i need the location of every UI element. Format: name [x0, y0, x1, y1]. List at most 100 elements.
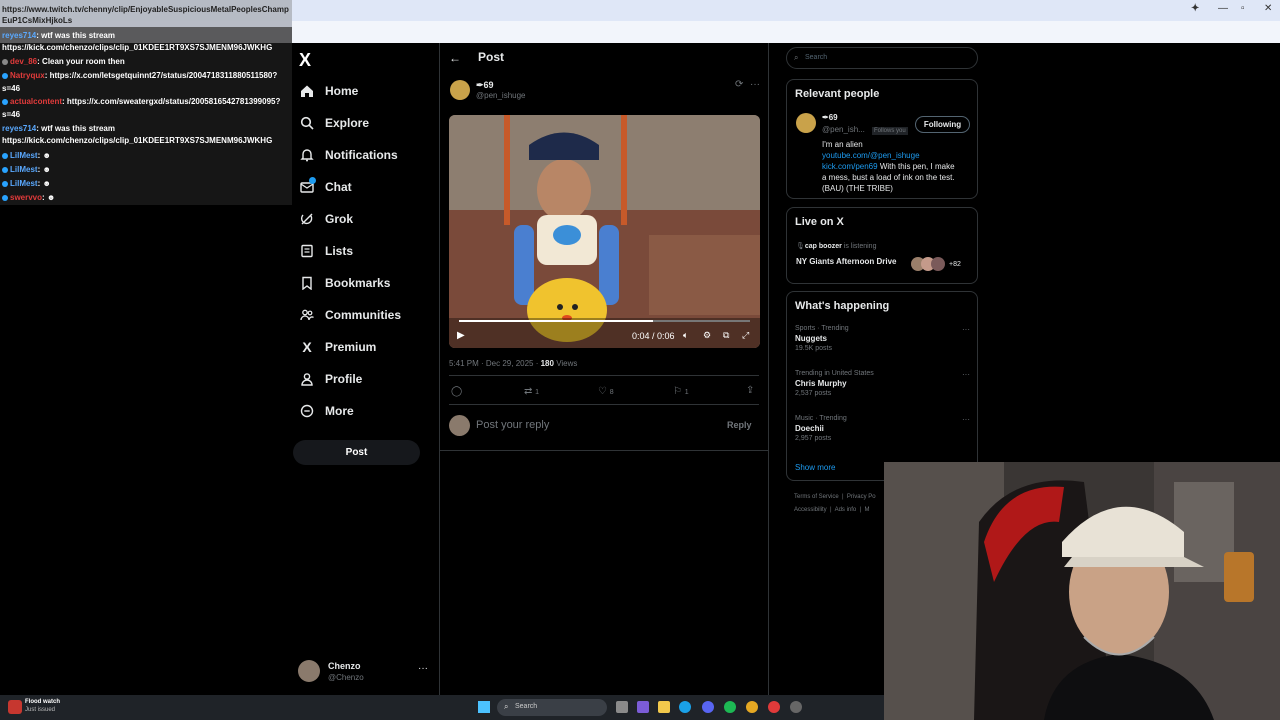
- author-name[interactable]: ✒69: [476, 80, 494, 91]
- footer-links[interactable]: Terms of Service | Privacy Po: [794, 494, 876, 500]
- show-more-link[interactable]: Show more: [795, 463, 835, 472]
- reply-input[interactable]: Post your reply: [476, 419, 549, 431]
- back-arrow-icon[interactable]: ←: [449, 51, 461, 65]
- like-action[interactable]: ♡ 8: [598, 386, 614, 397]
- chat-username[interactable]: reyes714: [2, 124, 36, 133]
- bookmark-action[interactable]: ⚐ 1: [673, 386, 689, 397]
- trend-count: 2,537 posts: [795, 390, 832, 397]
- nav-label: Notifications: [325, 148, 398, 162]
- author-avatar[interactable]: [450, 80, 470, 100]
- nav-item-premium[interactable]: X Premium: [298, 335, 376, 359]
- avatar[interactable]: [796, 113, 816, 133]
- nav-label: Grok: [325, 212, 354, 226]
- badge-icon: [2, 194, 8, 201]
- new-tab-icon[interactable]: ✦: [1191, 3, 1199, 14]
- share-icon[interactable]: ⇪: [746, 385, 754, 396]
- fullscreen-icon[interactable]: ⤢: [742, 330, 749, 341]
- person-name[interactable]: ✒69: [822, 113, 838, 122]
- chat-username[interactable]: reyes714: [2, 31, 36, 40]
- page-title: Post: [478, 50, 505, 64]
- grok-explain-icon[interactable]: ⟳: [735, 79, 743, 90]
- search-input[interactable]: ⌕ Search: [786, 47, 978, 69]
- video-player[interactable]: ▶ 0:04 / 0:06 🔈︎ ⚙ ⧉ ⤢: [449, 115, 760, 348]
- discord-icon[interactable]: [702, 701, 714, 713]
- live-show-title[interactable]: NY Giants Afternoon Drive: [796, 257, 896, 266]
- nav-item-chat[interactable]: Chat: [298, 175, 352, 199]
- chat-username[interactable]: LilMest: [10, 165, 38, 174]
- live-host[interactable]: cap boozer: [805, 243, 842, 250]
- weather-title[interactable]: Flood watch: [25, 699, 60, 705]
- more-dots-icon[interactable]: ···: [962, 325, 970, 334]
- account-handle: @Chenzo: [328, 673, 364, 682]
- chat-text: https://kick.com/chenzo/clips/clip_01KDE…: [2, 136, 273, 145]
- chat-message: https://kick.com/chenzo/clips/clip_01KDE…: [2, 42, 272, 53]
- chat-text: Clean your room then: [39, 57, 125, 66]
- chat-username[interactable]: swervvo: [10, 193, 42, 202]
- trend-item[interactable]: Music · Trending Doechii 2,957 posts ···: [795, 415, 970, 442]
- reply-button[interactable]: Reply: [727, 420, 752, 430]
- bio-link[interactable]: youtube.com/@pen_ishuge: [822, 151, 920, 160]
- reply-action[interactable]: ◯: [451, 386, 462, 397]
- pen-icon: ✒: [822, 113, 829, 122]
- chat-username[interactable]: LilMest: [10, 179, 38, 188]
- more-dots-icon[interactable]: ···: [750, 79, 760, 90]
- nav-item-profile[interactable]: Profile: [298, 367, 362, 391]
- account-switcher[interactable]: Chenzo @Chenzo ···: [298, 658, 433, 686]
- edge-icon[interactable]: [679, 701, 691, 713]
- nav-label: Explore: [325, 116, 370, 130]
- badge-icon: [2, 98, 8, 105]
- author-handle[interactable]: @pen_ishuge: [476, 91, 526, 100]
- webcam-overlay: [884, 462, 1280, 720]
- task-view-icon[interactable]: [616, 701, 628, 713]
- taskbar-search[interactable]: ⌕ Search: [497, 699, 607, 716]
- chat-username[interactable]: Natryqux: [10, 71, 45, 80]
- views-label: Views: [553, 359, 578, 368]
- nav-item-grok[interactable]: Grok: [298, 207, 353, 231]
- person-icon: [298, 370, 316, 388]
- chat-username[interactable]: dev_86: [10, 57, 37, 66]
- app-icon[interactable]: [790, 701, 802, 713]
- nav-item-bookmarks[interactable]: Bookmarks: [298, 271, 390, 295]
- more-dots-icon[interactable]: ···: [962, 370, 970, 379]
- nav-item-communities[interactable]: Communities: [298, 303, 401, 327]
- repost-action[interactable]: ⇄ 1: [524, 386, 539, 397]
- more-dots-icon[interactable]: ···: [962, 415, 970, 424]
- chat-username[interactable]: actualcontent: [10, 97, 62, 106]
- volume-icon[interactable]: 🔈︎: [683, 330, 688, 341]
- person-handle: @pen_ish...: [822, 125, 865, 134]
- nav-item-lists[interactable]: Lists: [298, 239, 353, 263]
- chat-message: Natryqux: https://x.com/letsgetquinnt27/…: [2, 70, 277, 81]
- author-name-text: 69: [483, 80, 494, 90]
- trend-item[interactable]: Sports · Trending Nuggets 19.5K posts ··…: [795, 325, 970, 352]
- x-logo-icon[interactable]: X: [299, 50, 311, 71]
- post-button[interactable]: Post: [293, 440, 420, 465]
- nav-item-explore[interactable]: Explore: [298, 111, 369, 135]
- file-explorer-icon[interactable]: [658, 701, 670, 713]
- close-window-icon[interactable]: ✕: [1264, 3, 1272, 14]
- nav-item-notifications[interactable]: Notifications: [298, 143, 398, 167]
- chat-text: s=46: [2, 84, 21, 93]
- chat-text: ☻: [40, 179, 51, 188]
- chat-username[interactable]: LilMest: [10, 151, 38, 160]
- copilot-icon[interactable]: [637, 701, 649, 713]
- divider: [449, 404, 759, 405]
- footer-links[interactable]: Accessibility | Ads info | M: [794, 507, 869, 513]
- weather-widget-icon[interactable]: [8, 700, 22, 714]
- app-icon[interactable]: [768, 701, 780, 713]
- bio-link[interactable]: kick.com/pen69: [822, 162, 878, 171]
- play-icon[interactable]: ▶: [457, 330, 465, 341]
- following-button[interactable]: Following: [915, 116, 970, 133]
- spotify-icon[interactable]: [724, 701, 736, 713]
- more-dots-icon[interactable]: ···: [418, 663, 428, 674]
- chrome-icon[interactable]: [746, 701, 758, 713]
- minimize-icon[interactable]: —: [1218, 3, 1228, 14]
- chat-text: s=46: [2, 110, 21, 119]
- settings-icon[interactable]: ⚙: [703, 330, 711, 341]
- pip-icon[interactable]: ⧉: [723, 330, 729, 341]
- nav-item-more[interactable]: More: [298, 399, 354, 423]
- avatar: [298, 660, 320, 682]
- restore-icon[interactable]: ▫: [1241, 3, 1245, 14]
- nav-item-home[interactable]: Home: [298, 79, 358, 103]
- start-icon[interactable]: [478, 701, 490, 713]
- trend-item[interactable]: Trending in United States Chris Murphy 2…: [795, 370, 970, 397]
